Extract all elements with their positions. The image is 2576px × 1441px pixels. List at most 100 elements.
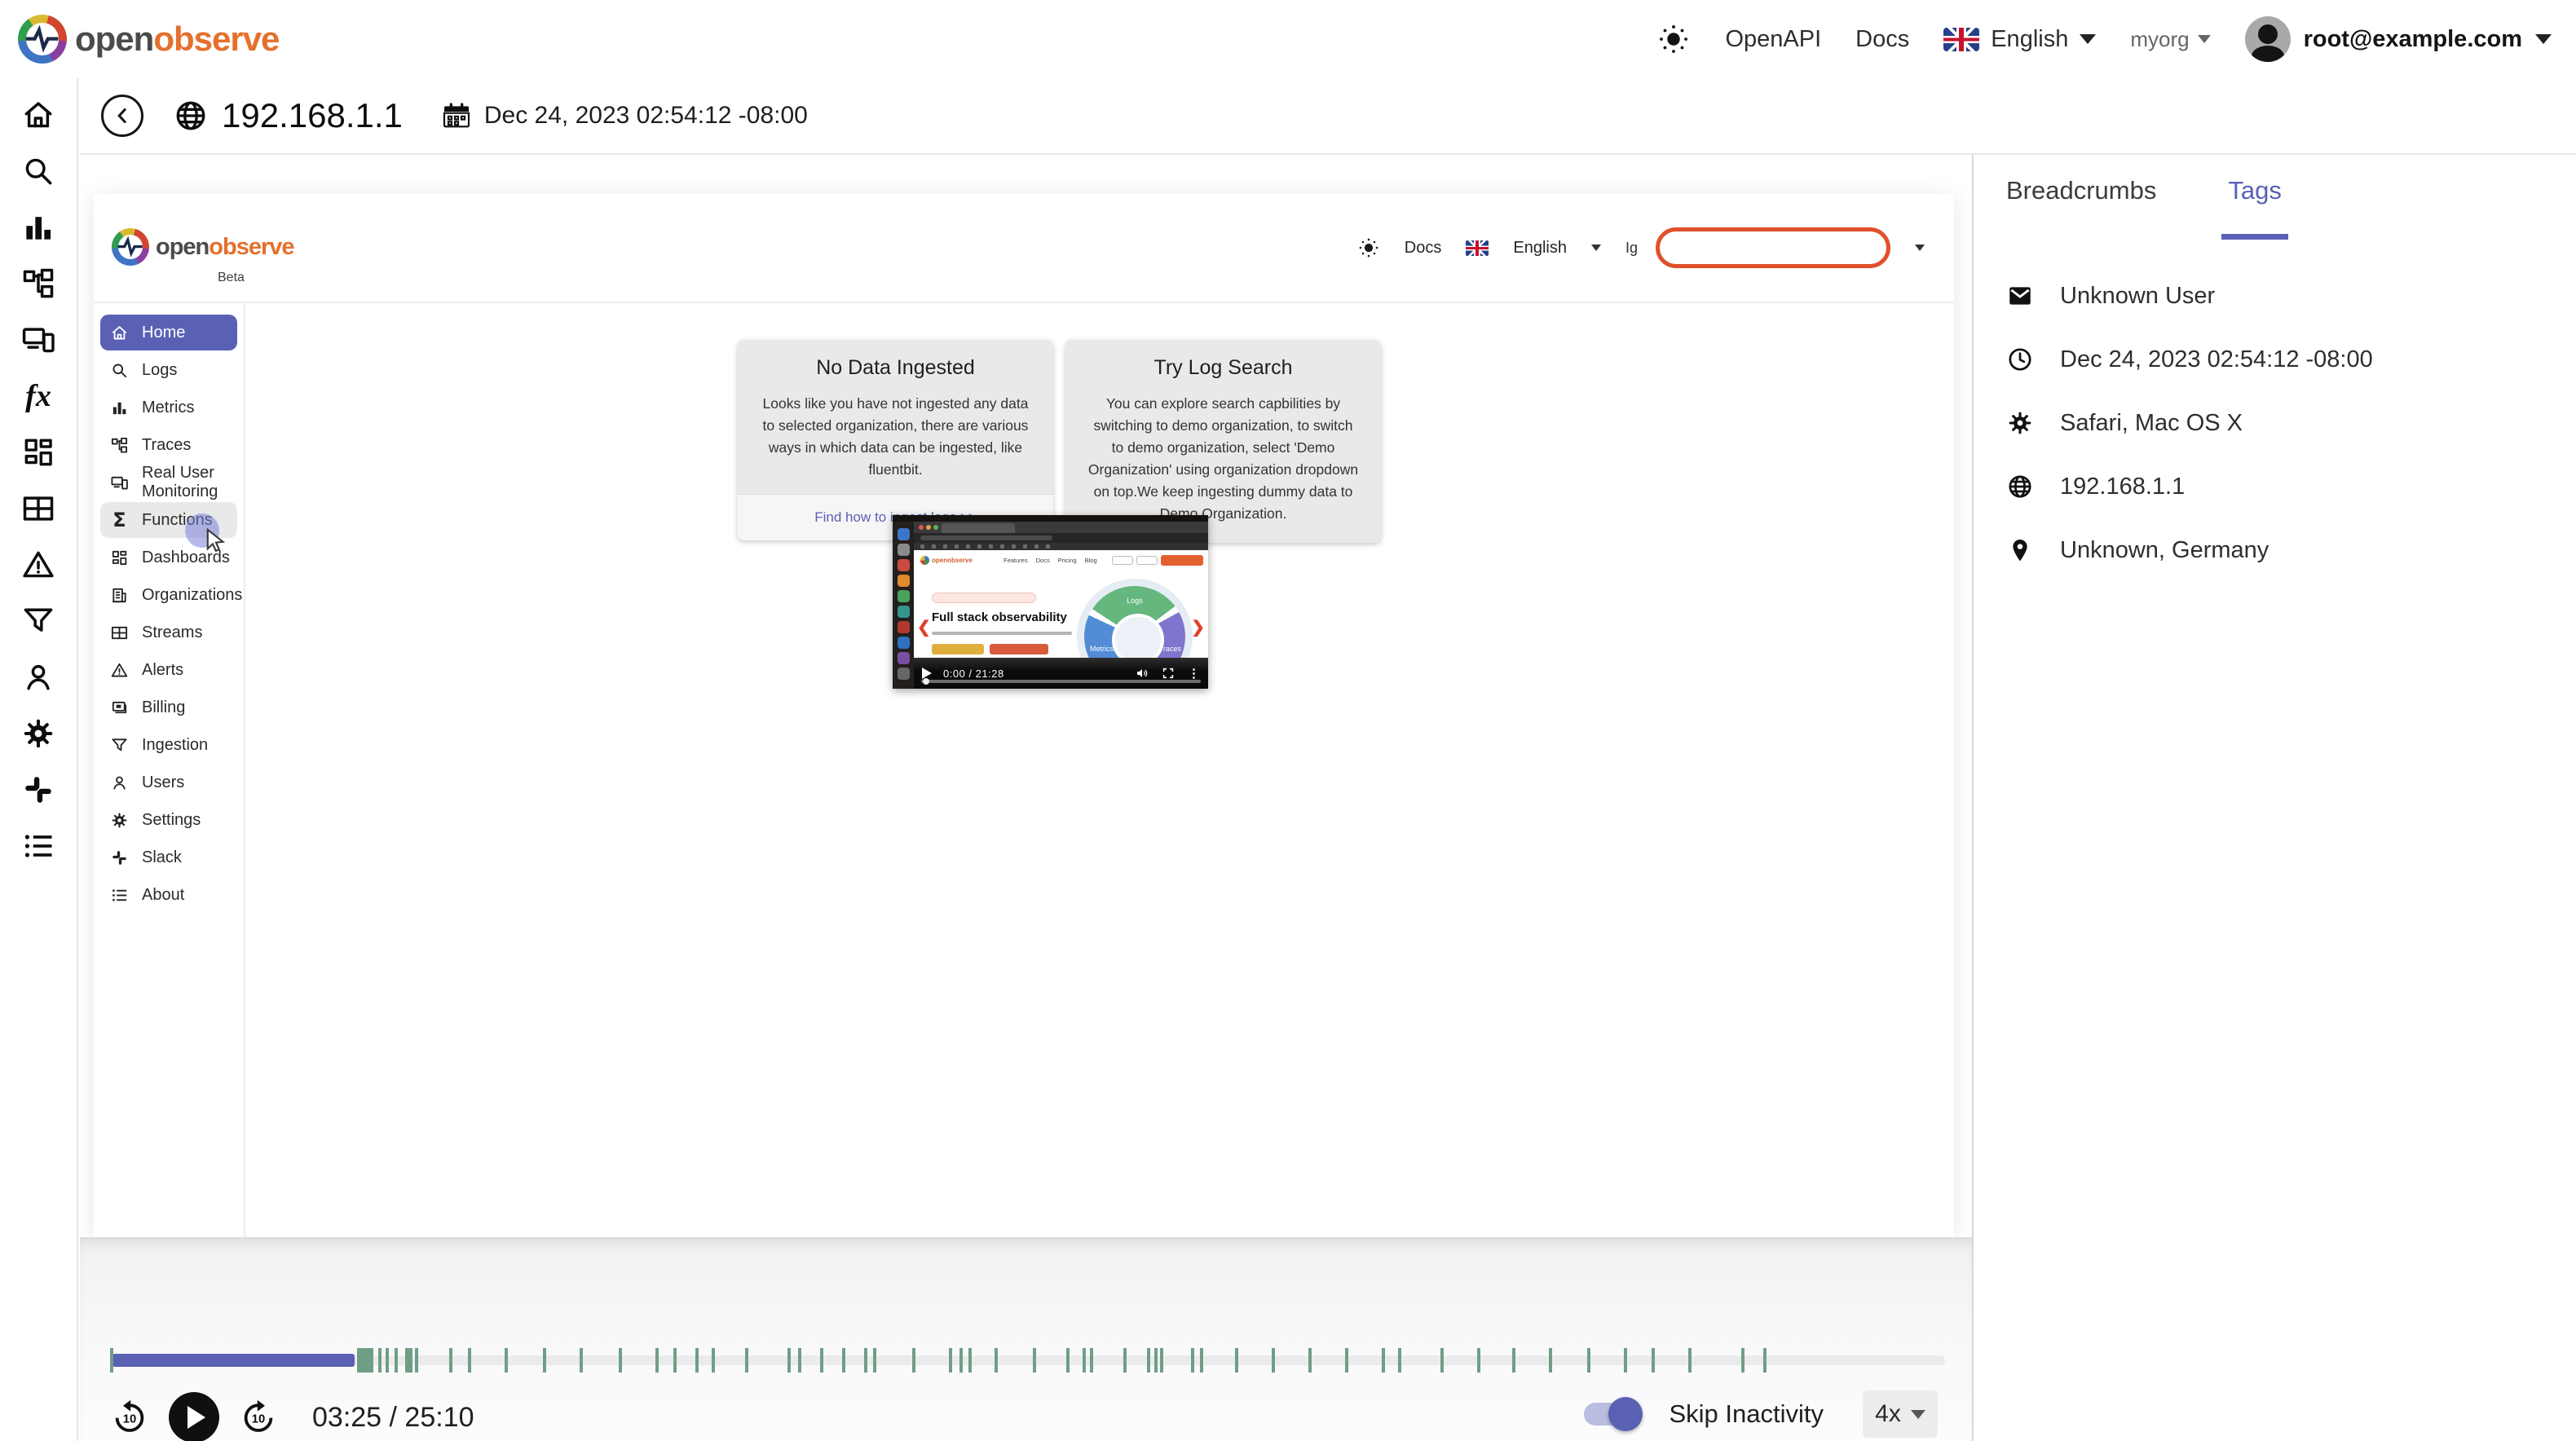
video-play-icon[interactable]: [922, 668, 932, 679]
tag-row: Dec 24, 2023 02:54:12 -08:00: [2006, 346, 2576, 373]
timeline-event-tick: [1381, 1348, 1385, 1373]
replay-menu-billing[interactable]: Billing: [100, 690, 237, 725]
replay-menu-settings[interactable]: Settings: [100, 802, 237, 838]
timeline-event-tick: [1344, 1348, 1348, 1373]
url-pill: [920, 535, 1053, 540]
language-selector[interactable]: English: [1943, 26, 2097, 53]
website-logo-icon: [920, 555, 929, 565]
replay-menu-about[interactable]: About: [100, 877, 237, 913]
video-time: 0:00 / 21:28: [943, 667, 1004, 680]
replay-menu-logs[interactable]: Logs: [100, 352, 237, 388]
users-icon: [110, 773, 129, 792]
calendar-icon: [440, 99, 473, 132]
streams-icon: [20, 491, 56, 527]
logo-wordmark: openobserve: [75, 20, 280, 58]
intro-video-player[interactable]: openobserve Features Docs Pricing Blog Full…: [893, 515, 1208, 689]
logs-icon: [20, 153, 56, 189]
replay-menu-label: Users: [142, 773, 185, 791]
playback-timeline[interactable]: [110, 1348, 1945, 1373]
rail-item-real-user-monitoring[interactable]: [0, 311, 77, 368]
play-button[interactable]: [169, 1392, 219, 1441]
rail-item-streams[interactable]: [0, 480, 77, 536]
tab-tags[interactable]: Tags: [2221, 176, 2289, 240]
replay-menu-real-user-monitoring[interactable]: Real User Monitoring: [100, 464, 237, 500]
dashboards-icon: [20, 434, 56, 470]
theme-brightness-icon[interactable]: [1656, 22, 1691, 56]
replay-menu-home[interactable]: Home: [100, 315, 237, 350]
rail-item-about[interactable]: [0, 817, 77, 874]
openapi-link[interactable]: OpenAPI: [1725, 26, 1821, 53]
dock-app-icon: [897, 606, 910, 618]
panel-tabs: Breadcrumbs Tags: [2006, 176, 2576, 240]
rail-item-metrics[interactable]: [0, 199, 77, 255]
rail-item-functions[interactable]: fx: [0, 368, 77, 424]
organization-selector[interactable]: myorg: [2130, 27, 2211, 52]
replay-menu-traces[interactable]: Traces: [100, 427, 237, 463]
rail-item-slack[interactable]: [0, 761, 77, 817]
clock-icon: [2006, 346, 2034, 373]
no-data-card-content: No Data Ingested Looks like you have not…: [738, 340, 1053, 494]
replay-logo-icon: [112, 228, 149, 266]
speed-selector[interactable]: 4x: [1863, 1390, 1938, 1438]
tag-row: Unknown User: [2006, 282, 2576, 310]
search-icon: [110, 361, 129, 380]
docs-link[interactable]: Docs: [1855, 26, 1909, 53]
replay-menu-organizations[interactable]: Organizations: [100, 577, 242, 613]
rail-item-users[interactable]: [0, 649, 77, 705]
replay-menu-users[interactable]: Users: [100, 765, 237, 800]
video-progress-bar[interactable]: [921, 678, 1201, 685]
replay-menu-ingestion[interactable]: Ingestion: [100, 727, 237, 763]
timeline-event-tick: [1741, 1348, 1745, 1373]
replay-menu-alerts[interactable]: Alerts: [100, 652, 237, 688]
tab-breadcrumbs[interactable]: Breadcrumbs: [2006, 176, 2156, 240]
donut-label-traces: Traces: [1158, 645, 1181, 653]
forward-10-button[interactable]: 10: [239, 1398, 278, 1437]
replay-menu-label: Traces: [142, 435, 192, 454]
rail-item-dashboards[interactable]: [0, 424, 77, 480]
try-log-search-card: Try Log Search You can explore search ca…: [1065, 340, 1381, 543]
timeline-event-tick: [820, 1348, 824, 1373]
volume-icon[interactable]: [1136, 667, 1149, 680]
donut-label-logs: Logs: [1127, 597, 1143, 605]
website-demo-button: [990, 644, 1048, 654]
card-body: You can explore search capbilities by sw…: [1087, 395, 1359, 522]
rail-item-logs[interactable]: [0, 143, 77, 199]
replay-menu-label: Billing: [142, 698, 186, 716]
timeline-event-tick: [543, 1348, 547, 1373]
dock-app-icon: [897, 544, 910, 556]
rail-item-traces[interactable]: [0, 255, 77, 311]
website-logo-text: openobserve: [932, 556, 973, 564]
video-browser-window: openobserve Features Docs Pricing Blog Full…: [914, 522, 1208, 689]
skip-inactivity-toggle[interactable]: [1584, 1397, 1643, 1431]
session-datetime: Dec 24, 2023 02:54:12 -08:00: [483, 102, 808, 129]
timeline-event-tick: [1587, 1348, 1591, 1373]
account-menu[interactable]: root@example.com: [2244, 16, 2552, 62]
replay-menu-metrics[interactable]: Metrics: [100, 390, 237, 425]
rewind-10-button[interactable]: 10: [110, 1398, 149, 1437]
session-detail-panel: Breadcrumbs Tags Unknown User Dec 24, 202…: [1972, 155, 2576, 1441]
tag-value: 192.168.1.1: [2060, 473, 2186, 500]
timeline-event-tick: [1090, 1348, 1094, 1373]
tag-value: Unknown User: [2060, 282, 2216, 309]
fullscreen-icon[interactable]: [1162, 667, 1175, 680]
website-nav-item: Pricing: [1057, 557, 1077, 564]
uk-flag-icon: [1466, 240, 1489, 256]
traffic-light-minimize-icon: [926, 525, 931, 530]
rail-item-ingestion[interactable]: [0, 593, 77, 649]
browser-tab: [942, 523, 1015, 533]
rail-item-alerts[interactable]: [0, 536, 77, 593]
replay-menu-slack[interactable]: Slack: [100, 839, 237, 875]
playback-time: 03:25 / 25:10: [312, 1401, 474, 1433]
rail-item-home[interactable]: [0, 86, 77, 143]
website-get-started-button: [1161, 555, 1203, 566]
website-cta-buttons: [1112, 555, 1203, 566]
timeline-event-tick: [1153, 1348, 1158, 1373]
svg-text:10: 10: [252, 1413, 265, 1426]
ingestion-icon: [20, 603, 56, 639]
website-nav: Features Docs Pricing Blog: [1003, 557, 1097, 564]
video-menu-icon[interactable]: ⋮: [1188, 666, 1200, 681]
rail-item-settings[interactable]: [0, 705, 77, 761]
timeline-event-tick: [1065, 1348, 1070, 1373]
back-button[interactable]: [101, 95, 143, 137]
replay-menu-streams[interactable]: Streams: [100, 615, 237, 650]
